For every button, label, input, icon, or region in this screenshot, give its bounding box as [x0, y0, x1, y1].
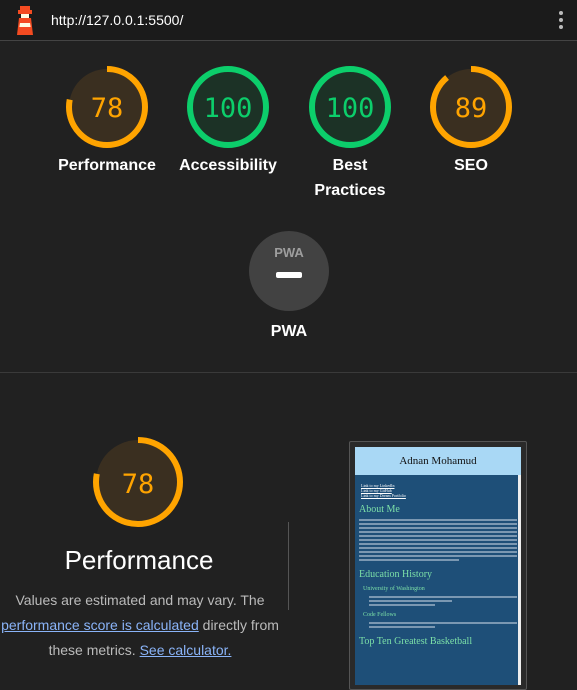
pwa-badge[interactable]: PWA [248, 230, 330, 312]
score-calculated-link[interactable]: performance score is calculated [1, 617, 199, 633]
gauge-ring-best-practices: 100 [309, 66, 391, 148]
page-url: http://127.0.0.1:5500/ [51, 12, 184, 28]
gauge-seo[interactable]: 89 SEO [391, 65, 551, 178]
screenshot-about-text [355, 519, 521, 561]
screenshot-about-heading: About Me [359, 504, 400, 515]
pwa-label: PWA [270, 323, 308, 340]
screenshot-scrollbar [518, 475, 521, 685]
screenshot-school: University of Washington [363, 586, 425, 592]
performance-gauge: 78 [93, 437, 183, 527]
performance-score: 78 [122, 469, 155, 500]
gauge-label: SEO [454, 157, 488, 174]
screenshot-header: Adnan Mohamud [355, 447, 521, 475]
gauge-label: Best Practices [314, 157, 386, 199]
gauge-ring-performance: 78 [66, 66, 148, 148]
screenshot-education-heading: Education History [359, 569, 433, 580]
gauge-score: 100 [204, 93, 253, 124]
more-options-icon[interactable] [556, 11, 566, 31]
gauge-ring-accessibility: 100 [187, 66, 269, 148]
pwa-na-dash-icon [276, 272, 302, 278]
screenshot-code-school: Code Fellows [363, 612, 397, 618]
gauge-score: 100 [326, 93, 375, 124]
lighthouse-icon [17, 6, 33, 35]
performance-description: Values are estimated and may vary. The p… [0, 588, 285, 663]
desc-text-1: Values are estimated and may vary. The [15, 592, 265, 608]
top-bar: http://127.0.0.1:5500/ [0, 0, 577, 41]
pwa-badge-text: PWA [274, 245, 304, 260]
gauge-score: 78 [91, 93, 124, 124]
see-calculator-link[interactable]: See calculator. [140, 642, 232, 658]
gauge-ring-seo: 89 [430, 66, 512, 148]
final-screenshot[interactable]: Adnan Mohamud Link to my LinkedIn Link t… [355, 447, 521, 685]
vertical-divider [288, 522, 289, 610]
performance-title: Performance [64, 545, 214, 575]
section-divider [0, 372, 577, 373]
gauge-score: 89 [455, 93, 488, 124]
screenshot-links: Link to my LinkedIn Link to my GitHub Li… [355, 475, 521, 498]
screenshot-basketball-heading: Top Ten Greatest Basketball [359, 636, 473, 647]
